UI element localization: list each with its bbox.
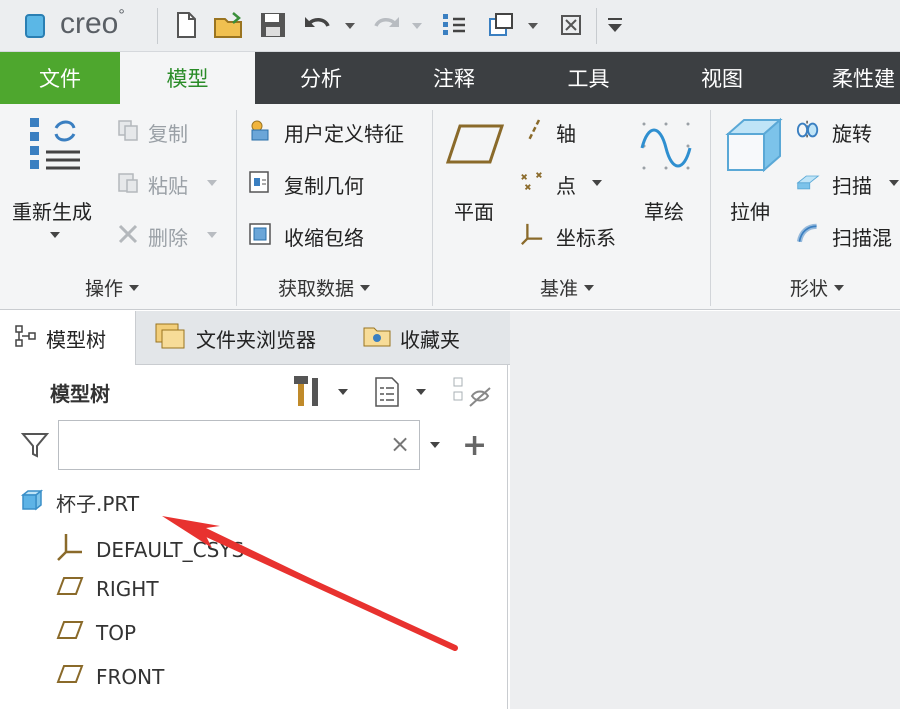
customize-toolbar-icon[interactable] <box>606 14 624 36</box>
datum-plane-icon <box>56 620 84 645</box>
creo-logo-icon <box>22 12 50 40</box>
group-label-operations[interactable]: 操作 <box>85 274 140 301</box>
datum-plane-icon <box>56 664 84 689</box>
tree-root-part[interactable]: 杯子.PRT <box>20 488 139 517</box>
quick-access-toolbar: creo° <box>0 0 900 52</box>
sweep-dropdown-icon[interactable] <box>889 180 899 186</box>
tree-item-default-csys[interactable]: DEFAULT_CSYS <box>56 532 244 567</box>
sketch-icon[interactable] <box>640 120 692 172</box>
tree-item-right[interactable]: RIGHT <box>56 576 159 601</box>
revolve-label[interactable]: 旋转 <box>832 118 872 147</box>
regenerate-icon[interactable] <box>26 114 86 184</box>
show-filter-dropdown-icon[interactable] <box>416 389 426 395</box>
tree-settings-dropdown-icon[interactable] <box>338 389 348 395</box>
coordinate-system-icon <box>520 222 544 246</box>
point-icon <box>520 170 544 194</box>
tab-favorites[interactable]: 收藏夹 <box>348 311 488 365</box>
tab-tools[interactable]: 工具 <box>521 52 656 104</box>
copy-icon <box>116 118 140 142</box>
swept-blend-label[interactable]: 扫描混 <box>832 222 900 251</box>
tab-annotate[interactable]: 注释 <box>387 52 521 104</box>
hide-items-icon[interactable] <box>452 376 492 410</box>
search-dropdown-icon[interactable] <box>430 442 440 448</box>
revolve-icon <box>796 118 820 142</box>
tab-model-tree[interactable]: 模型树 <box>0 311 136 365</box>
open-folder-icon[interactable] <box>212 10 246 40</box>
paste-dropdown-icon <box>207 180 217 186</box>
copy-geometry-label[interactable]: 复制几何 <box>284 170 364 199</box>
tree-item-top[interactable]: TOP <box>56 620 136 645</box>
copy-label: 复制 <box>148 122 188 146</box>
group-label-datum[interactable]: 基准 <box>540 274 595 301</box>
delete-label: 删除 <box>148 226 188 250</box>
csys-icon <box>56 532 84 567</box>
navigator-tabs: 模型树 文件夹浏览器 收藏夹 <box>0 311 510 365</box>
delete-icon <box>116 222 140 246</box>
point-dropdown-icon[interactable] <box>592 180 602 186</box>
ribbon: 重新生成 复制 粘贴 删除 操作 用户定义特征 复制几何 收缩包络 获取数据 平… <box>0 104 900 310</box>
user-defined-feature-icon <box>248 118 272 142</box>
undo-icon[interactable] <box>302 10 334 40</box>
favorites-folder-icon <box>362 324 392 353</box>
save-icon[interactable] <box>258 10 288 40</box>
datum-plane-large-icon[interactable] <box>445 122 505 166</box>
datum-plane-icon <box>56 576 84 601</box>
delete-dropdown-icon <box>207 232 217 238</box>
shrinkwrap-icon <box>248 222 272 246</box>
tab-analysis[interactable]: 分析 <box>255 52 387 104</box>
windows-dropdown-icon[interactable] <box>528 23 538 29</box>
swept-blend-icon <box>796 222 820 246</box>
sketch-label[interactable]: 草绘 <box>644 196 684 225</box>
windows-icon[interactable] <box>486 10 516 40</box>
group-label-get-data[interactable]: 获取数据 <box>278 274 371 301</box>
add-filter-icon[interactable]: + <box>462 428 487 463</box>
paste-label: 粘贴 <box>148 174 188 198</box>
tree-settings-icon[interactable] <box>292 374 324 408</box>
axis-icon <box>522 118 546 142</box>
coordinate-system-label[interactable]: 坐标系 <box>556 222 616 251</box>
tab-model[interactable]: 模型 <box>120 52 255 104</box>
graphics-window[interactable] <box>510 311 900 709</box>
new-file-icon[interactable] <box>172 10 200 40</box>
part-icon <box>20 488 44 517</box>
extrude-icon[interactable] <box>724 116 784 174</box>
plane-label[interactable]: 平面 <box>454 196 494 225</box>
tab-file[interactable]: 文件 <box>0 52 120 104</box>
sweep-icon <box>796 170 820 194</box>
folder-browser-icon <box>154 322 188 355</box>
axis-label[interactable]: 轴 <box>556 118 576 147</box>
regenerate-label[interactable]: 重新生成 <box>12 196 92 225</box>
clear-search-icon[interactable]: × <box>390 430 410 458</box>
filter-funnel-icon[interactable] <box>20 430 50 460</box>
ribbon-tab-bar: 文件 模型 分析 注释 工具 视图 柔性建 <box>0 52 900 104</box>
copy-geometry-icon <box>248 170 272 194</box>
group-label-shapes[interactable]: 形状 <box>790 274 845 301</box>
regenerate-dropdown-icon[interactable] <box>50 232 60 238</box>
model-tree-icon <box>14 324 38 353</box>
undo-dropdown-icon[interactable] <box>345 23 355 29</box>
redo-dropdown-icon <box>412 23 422 29</box>
model-tree-header-title: 模型树 <box>50 382 110 406</box>
extrude-label[interactable]: 拉伸 <box>730 196 770 225</box>
close-window-icon[interactable] <box>558 10 584 40</box>
tab-flexible-modeling[interactable]: 柔性建 <box>788 52 900 104</box>
tree-item-front[interactable]: FRONT <box>56 664 164 689</box>
regenerate-quick-icon[interactable] <box>440 10 470 40</box>
paste-icon <box>116 170 140 194</box>
tab-folder-browser[interactable]: 文件夹浏览器 <box>140 311 350 365</box>
shrinkwrap-label[interactable]: 收缩包络 <box>284 222 364 251</box>
show-filter-icon[interactable] <box>372 376 402 408</box>
user-defined-feature-label[interactable]: 用户定义特征 <box>284 118 404 147</box>
tree-search-input[interactable] <box>58 420 420 470</box>
app-name: creo° <box>60 7 125 40</box>
tab-view[interactable]: 视图 <box>656 52 788 104</box>
redo-icon <box>370 10 402 40</box>
sweep-label[interactable]: 扫描 <box>832 170 872 199</box>
point-label[interactable]: 点 <box>556 170 576 199</box>
